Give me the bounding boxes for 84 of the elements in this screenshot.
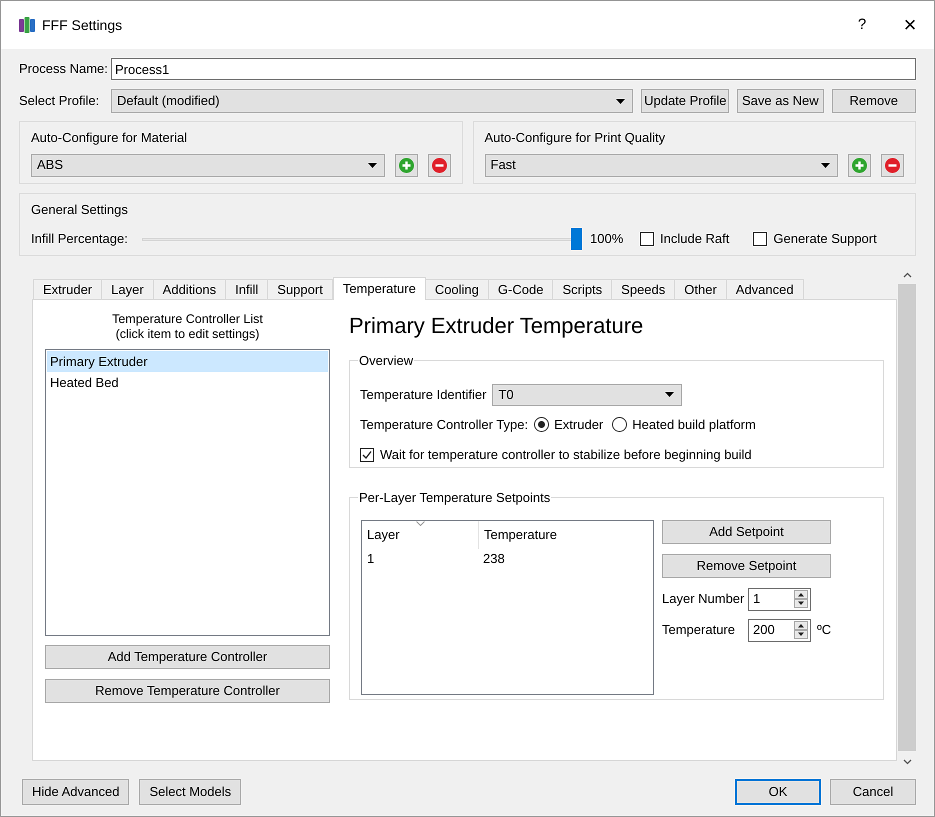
table-cell-text: 238 (482, 550, 506, 568)
caption-text: (click item to edit settings) (116, 327, 260, 342)
tab[interactable]: Scripts (552, 279, 612, 299)
window-title: FFF Settings (42, 16, 122, 35)
field-label: Temperature (662, 621, 736, 640)
minus-icon (885, 158, 900, 172)
radio-label: Extruder (554, 416, 604, 434)
tab[interactable]: Speeds (611, 279, 676, 299)
checkmark-icon (362, 450, 372, 460)
caret-icon (821, 162, 830, 168)
profile-dropdown[interactable]: Default (modified) (111, 89, 634, 113)
tab[interactable]: Cooling (424, 279, 489, 299)
profile-button[interactable]: Update Profile (641, 89, 730, 113)
tab[interactable]: Support (267, 279, 333, 299)
section-heading: Primary Extruder Temperature (349, 312, 644, 340)
field-label: Temperature Controller Type: (360, 416, 528, 434)
group-title: Per-Layer Temperature Setpoints (358, 489, 552, 507)
controller-button[interactable]: Remove Temperature Controller (45, 679, 330, 703)
checkbox-label: Wait for temperature controller to stabilize before beginning build (380, 446, 752, 464)
tab[interactable]: Temperature (332, 277, 426, 300)
list-item[interactable]: Heated Bed (47, 372, 328, 393)
layer-number-spinbox[interactable]: 1 (748, 588, 811, 610)
checkbox-label: Generate Support (773, 230, 877, 248)
field-label: Select Profile: (19, 92, 100, 110)
caret-icon (665, 392, 674, 397)
minus-icon (432, 158, 446, 172)
setpoint-button[interactable]: Remove Setpoint (662, 554, 831, 578)
caret-icon (368, 162, 376, 168)
controller-button[interactable]: Add Temperature Controller (45, 645, 330, 669)
tab[interactable]: Extruder (33, 279, 102, 299)
remove-button[interactable] (881, 154, 904, 176)
slider-value: 100% (590, 230, 624, 248)
radio-button[interactable] (534, 416, 550, 432)
group-title: Auto-Configure for Material (31, 129, 188, 147)
profile-button[interactable]: Save as New (737, 89, 824, 113)
footer-button[interactable]: Hide Advanced (22, 779, 130, 805)
add-button[interactable] (394, 154, 418, 176)
add-button[interactable] (848, 154, 871, 176)
setpoint-button[interactable]: Add Setpoint (662, 520, 831, 544)
checkbox[interactable] (360, 448, 374, 462)
dialog-button[interactable]: Cancel (830, 779, 916, 805)
field-label: Infill Percentage: (31, 230, 129, 248)
caption-text: Temperature Controller List (112, 312, 263, 327)
auto-configure-dropdown[interactable]: ABS (31, 154, 384, 176)
slider-thumb[interactable] (571, 228, 582, 250)
checkbox[interactable] (640, 232, 654, 246)
scrollbar-thumb[interactable] (898, 284, 916, 751)
spin-arrows-icon (794, 590, 808, 608)
unit-label: ºC (817, 621, 832, 640)
column-header[interactable]: Layer (362, 520, 478, 548)
temperature-spinbox[interactable]: 200 (748, 618, 811, 642)
scroll-up-icon (902, 272, 912, 278)
plus-icon (852, 158, 867, 172)
infill-slider[interactable] (142, 228, 582, 250)
column-header[interactable]: Temperature (478, 520, 653, 548)
field-label: Temperature Identifier (360, 386, 486, 404)
caret-icon (616, 98, 626, 104)
list-item[interactable]: Primary Extruder (47, 351, 328, 372)
tab[interactable]: Advanced (726, 279, 804, 299)
field-label: Process Name: (19, 60, 109, 78)
dialog-button[interactable]: OK (735, 779, 821, 805)
field-label: Layer Number (662, 590, 746, 608)
help-button[interactable]: ? (852, 14, 872, 36)
process-name-field[interactable]: Process1 (111, 58, 916, 80)
group-title: Overview (358, 352, 414, 370)
tab[interactable]: Layer (101, 279, 154, 299)
spin-arrows-icon (794, 621, 808, 639)
close-button[interactable]: × (900, 14, 920, 36)
scroll-down-icon (902, 759, 912, 765)
auto-configure-dropdown[interactable]: Fast (484, 154, 838, 176)
checkbox[interactable] (753, 232, 768, 246)
group-title: General Settings (31, 201, 129, 219)
remove-button[interactable] (428, 154, 450, 176)
identifier-dropdown[interactable]: T0 (492, 384, 682, 406)
checkbox-label: Include Raft (660, 230, 730, 248)
profile-button[interactable]: Remove (832, 89, 916, 113)
table-cell-text: 1 (366, 550, 376, 568)
app-logo-icon (19, 17, 35, 33)
plus-icon (398, 158, 414, 172)
radio-button[interactable] (612, 416, 628, 432)
sort-indicator-icon (416, 520, 425, 526)
group-title: Auto-Configure for Print Quality (484, 129, 666, 147)
radio-label: Heated build platform (632, 416, 756, 434)
footer-button[interactable]: Select Models (139, 779, 242, 805)
